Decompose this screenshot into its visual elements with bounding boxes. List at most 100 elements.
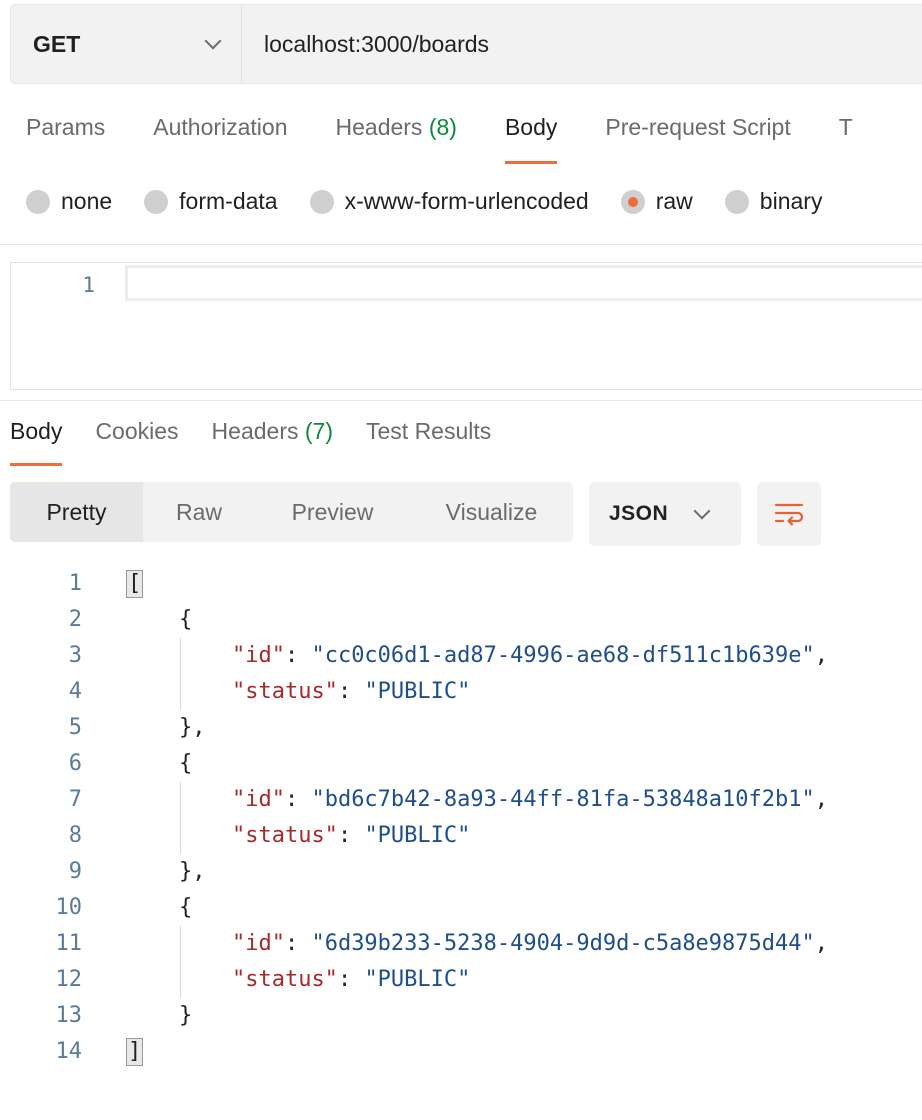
mode-label: none <box>61 188 113 214</box>
headers-count-badge: (7) <box>304 418 333 444</box>
radio-icon <box>144 189 169 214</box>
code-line: 8 "status": "PUBLIC" <box>0 818 922 854</box>
request-bar: GET localhost:3000/boards <box>10 4 922 84</box>
colon: : <box>284 643 312 668</box>
code-line: 14] <box>0 1034 922 1070</box>
code-line: 1[ <box>0 566 922 602</box>
mode-raw[interactable]: raw <box>620 188 693 215</box>
comma: , <box>814 931 829 956</box>
mode-binary[interactable]: binary <box>724 188 823 215</box>
line-number: 13 <box>55 1003 83 1028</box>
request-body-editor[interactable]: 1 <box>10 262 922 390</box>
brace: } <box>178 1003 193 1028</box>
json-key: "id" <box>231 643 285 668</box>
brace: { <box>178 895 193 920</box>
colon: : <box>337 823 365 848</box>
view-visualize[interactable]: Visualize <box>410 482 573 542</box>
code-line: 2 { <box>0 602 922 638</box>
chevron-down-icon <box>204 32 222 50</box>
radio-icon <box>724 189 749 214</box>
colon: : <box>337 679 365 704</box>
json-string: "bd6c7b42-8a93-44ff-81fa-53848a10f2b1" <box>311 787 815 812</box>
divider <box>0 244 922 245</box>
tab-label: Test Results <box>366 418 492 444</box>
tab-label: Authorization <box>153 114 288 140</box>
line-number: 14 <box>55 1039 83 1064</box>
tab-tests[interactable]: T <box>839 114 853 164</box>
tab-label: Params <box>26 114 106 140</box>
tab-headers[interactable]: Headers (8) <box>336 114 457 164</box>
code-line: 4 "status": "PUBLIC" <box>0 674 922 710</box>
tab-params[interactable]: Params <box>26 114 105 164</box>
response-tabs: Body Cookies Headers (7) Test Results <box>10 418 524 466</box>
code-line: 3 "id": "cc0c06d1-ad87-4996-ae68-df511c1… <box>0 638 922 674</box>
json-string: "PUBLIC" <box>364 967 471 992</box>
code-line: 9 }, <box>0 854 922 890</box>
editor-active-line[interactable] <box>125 265 922 301</box>
divider <box>0 400 922 401</box>
json-string: "PUBLIC" <box>364 679 471 704</box>
view-pretty[interactable]: Pretty <box>10 482 143 542</box>
tab-label: Headers <box>335 114 423 140</box>
view-preview[interactable]: Preview <box>255 482 410 542</box>
line-number: 12 <box>55 967 83 992</box>
brace: }, <box>178 715 206 740</box>
brace: }, <box>178 859 206 884</box>
body-mode-group: none form-data x-www-form-urlencoded raw… <box>26 188 854 215</box>
code-line: 6 { <box>0 746 922 782</box>
line-number: 6 <box>68 751 82 776</box>
mode-form-data[interactable]: form-data <box>144 188 278 215</box>
response-body-viewer[interactable]: 1[ 2 { 3 "id": "cc0c06d1-ad87-4996-ae68-… <box>0 566 922 1070</box>
url-input[interactable]: localhost:3000/boards <box>242 5 922 83</box>
response-tab-test-results[interactable]: Test Results <box>366 418 491 466</box>
bracket-match-highlight: [ <box>126 570 144 598</box>
code-line: 10 { <box>0 890 922 926</box>
radio-icon <box>309 189 334 214</box>
json-string: "6d39b233-5238-4904-9d9d-c5a8e9875d44" <box>311 931 815 956</box>
json-string: "cc0c06d1-ad87-4996-ae68-df511c1b639e" <box>311 643 815 668</box>
code-line: 7 "id": "bd6c7b42-8a93-44ff-81fa-53848a1… <box>0 782 922 818</box>
response-tab-cookies[interactable]: Cookies <box>95 418 178 466</box>
headers-count-badge: (8) <box>428 114 457 140</box>
code-line: 13 } <box>0 998 922 1034</box>
line-number: 7 <box>68 787 82 812</box>
wrap-lines-icon <box>774 503 804 526</box>
mode-label: x-www-form-urlencoded <box>344 188 589 214</box>
view-raw[interactable]: Raw <box>143 482 255 542</box>
code-line: 11 "id": "6d39b233-5238-4904-9d9d-c5a8e9… <box>0 926 922 962</box>
line-number: 3 <box>68 643 82 668</box>
tab-label: Body <box>504 114 558 140</box>
tab-label: Body <box>10 418 63 444</box>
comma: , <box>814 787 829 812</box>
mode-label: raw <box>655 188 693 214</box>
json-key: "id" <box>231 931 285 956</box>
tab-label: Headers <box>211 418 299 444</box>
method-select[interactable]: GET <box>11 5 242 83</box>
json-key: "status" <box>231 967 338 992</box>
response-tab-body[interactable]: Body <box>10 418 63 466</box>
tab-body[interactable]: Body <box>504 114 558 164</box>
mode-label: binary <box>759 188 823 214</box>
chevron-down-icon <box>693 502 711 520</box>
view-mode-control: Pretty Raw Preview Visualize <box>10 482 573 542</box>
code-line: 5 }, <box>0 710 922 746</box>
response-tab-headers[interactable]: Headers (7) <box>212 418 333 466</box>
mode-label: form-data <box>179 188 278 214</box>
bracket-match-highlight: ] <box>126 1038 144 1066</box>
request-tabs: Params Authorization Headers (8) Body Pr… <box>26 114 901 164</box>
json-key: "id" <box>231 787 285 812</box>
mode-urlencoded[interactable]: x-www-form-urlencoded <box>309 188 589 215</box>
format-select[interactable]: JSON <box>589 482 741 546</box>
method-label: GET <box>33 30 81 57</box>
line-number: 5 <box>68 715 82 740</box>
wrap-lines-button[interactable] <box>757 482 821 546</box>
line-number: 1 <box>82 273 95 297</box>
tab-authorization[interactable]: Authorization <box>153 114 287 164</box>
colon: : <box>284 931 312 956</box>
json-key: "status" <box>231 679 338 704</box>
tab-pre-request-script[interactable]: Pre-request Script <box>605 114 790 164</box>
format-label: JSON <box>609 502 669 525</box>
tab-label: Pre-request Script <box>605 114 791 140</box>
mode-none[interactable]: none <box>26 188 112 215</box>
line-number: 4 <box>68 679 82 704</box>
